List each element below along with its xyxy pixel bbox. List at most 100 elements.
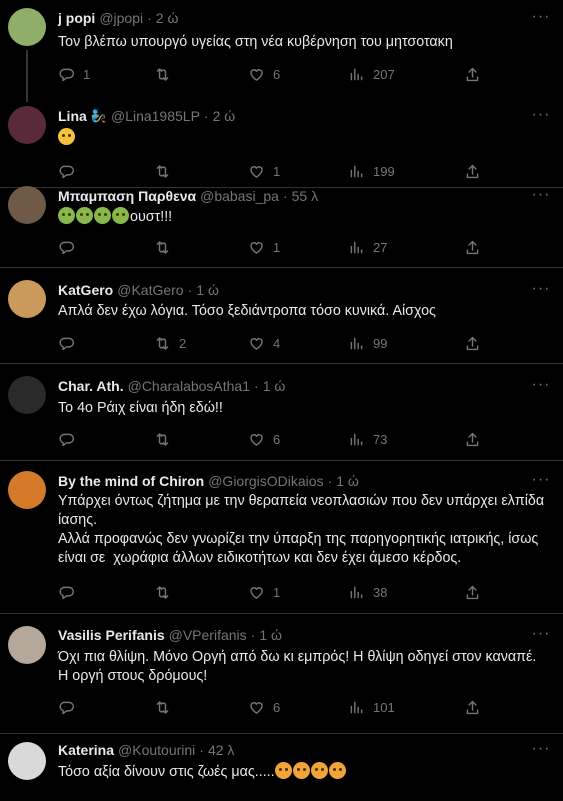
avatar[interactable] xyxy=(8,742,46,780)
tweet-text: Το 4ο Ράιχ είναι ήδη εδώ!! xyxy=(58,400,223,416)
tweet: By the mind of Chiron @GiorgisODikaios ·… xyxy=(0,461,563,614)
handle[interactable]: @Koutourini xyxy=(118,742,195,758)
like-button[interactable]: 6 xyxy=(248,64,280,84)
handle[interactable]: @CharalabosAtha1 xyxy=(128,378,250,394)
share-button[interactable] xyxy=(464,64,481,84)
tweet-header: KatGero @KatGero · 1 ώ xyxy=(58,282,219,298)
reply-button[interactable] xyxy=(58,237,83,257)
handle[interactable]: @GiorgisODikaios xyxy=(208,473,323,489)
views-button[interactable]: 101 xyxy=(348,697,395,717)
avatar[interactable] xyxy=(8,186,46,224)
like-button[interactable]: 1 xyxy=(248,582,280,602)
reply-icon xyxy=(59,433,75,446)
views-button[interactable]: 38 xyxy=(348,582,387,602)
views-button[interactable]: 207 xyxy=(348,64,395,84)
display-name[interactable]: j popi xyxy=(58,10,95,26)
separator: · xyxy=(147,10,152,26)
handle[interactable]: @KatGero xyxy=(117,282,183,298)
timestamp[interactable]: 1 ώ xyxy=(259,627,282,643)
timestamp[interactable]: 2 ώ xyxy=(213,108,236,124)
like-count: 4 xyxy=(273,335,281,351)
tweet-text: Υπάρχει όντως ζήτημα με την θεραπεία νεο… xyxy=(58,493,545,566)
reply-button[interactable] xyxy=(58,697,83,717)
separator: · xyxy=(187,282,193,298)
handle[interactable]: @Lina1985LP xyxy=(111,108,200,124)
like-count: 6 xyxy=(273,431,281,447)
display-name[interactable]: Katerina xyxy=(58,742,114,758)
tweet-actions: 6 73 xyxy=(58,429,488,449)
timestamp[interactable]: 1 ώ xyxy=(336,473,359,489)
display-name[interactable]: Μπαμπαση Παρθενα xyxy=(58,188,196,204)
retweet-button[interactable] xyxy=(154,582,179,602)
retweet-button[interactable] xyxy=(154,64,179,84)
avatar[interactable] xyxy=(8,280,46,318)
tweet-text: ουστ!!! xyxy=(58,207,548,227)
retweet-button[interactable] xyxy=(154,237,179,257)
share-button[interactable] xyxy=(464,333,481,353)
timestamp[interactable]: 42 λ xyxy=(208,742,234,758)
tweet-text: Όχι πια θλίψη. Μόνο Οργή από δω κι εμπρό… xyxy=(58,649,541,684)
display-name[interactable]: KatGero xyxy=(58,282,113,298)
display-name[interactable]: Vasilis Perifanis xyxy=(58,627,165,643)
retweet-button[interactable] xyxy=(154,697,179,717)
reply-button[interactable] xyxy=(58,582,83,602)
separator: · xyxy=(250,627,256,643)
display-name[interactable]: By the mind of Chiron xyxy=(58,473,204,489)
tweet-header: Katerina @Koutourini · 42 λ xyxy=(58,742,234,758)
reply-button[interactable] xyxy=(58,333,83,353)
avatar[interactable] xyxy=(8,626,46,664)
timestamp[interactable]: 2 ώ xyxy=(156,10,179,26)
share-button[interactable] xyxy=(464,237,481,257)
more-icon[interactable]: ··· xyxy=(531,741,551,760)
more-icon[interactable]: ··· xyxy=(531,187,551,206)
handle[interactable]: @jpopi xyxy=(99,10,143,26)
nauseated-face-emoji xyxy=(76,207,93,224)
reply-icon xyxy=(59,165,75,178)
share-icon xyxy=(466,240,479,254)
timestamp[interactable]: 1 ώ xyxy=(263,378,286,394)
timestamp[interactable]: 1 ώ xyxy=(196,282,219,298)
avatar[interactable] xyxy=(8,376,46,414)
tweet-actions: 1 6 207 xyxy=(58,64,488,84)
tweet: Char. Ath. @CharalabosAtha1 · 1 ώ ··· Το… xyxy=(0,364,563,461)
share-button[interactable] xyxy=(464,429,481,449)
reply-icon xyxy=(59,68,75,81)
tweet-header: Char. Ath. @CharalabosAtha1 · 1 ώ xyxy=(58,378,285,394)
avatar[interactable] xyxy=(8,8,46,46)
share-button[interactable] xyxy=(464,697,481,717)
like-button[interactable]: 4 xyxy=(248,333,280,353)
more-icon[interactable]: ··· xyxy=(531,377,551,396)
views-button[interactable]: 99 xyxy=(348,333,387,353)
more-icon[interactable]: ··· xyxy=(531,107,551,126)
share-icon xyxy=(466,700,479,714)
tweet: Katerina @Koutourini · 42 λ ··· Τόσο αξί… xyxy=(0,734,563,801)
views-button[interactable]: 73 xyxy=(348,429,387,449)
timestamp[interactable]: 55 λ xyxy=(292,188,318,204)
like-count: 1 xyxy=(273,584,281,600)
views-count: 38 xyxy=(373,584,388,600)
tweet-header: j popi @jpopi · 2 ώ xyxy=(58,10,178,26)
retweet-button[interactable] xyxy=(154,429,179,449)
like-button[interactable]: 6 xyxy=(248,697,280,717)
reply-button[interactable]: 1 xyxy=(58,64,90,84)
display-name[interactable]: Lina xyxy=(58,108,87,124)
more-icon[interactable]: ··· xyxy=(531,281,551,300)
avatar[interactable] xyxy=(8,106,46,144)
more-icon[interactable]: ··· xyxy=(531,472,551,491)
more-icon[interactable]: ··· xyxy=(531,9,551,28)
display-name[interactable]: Char. Ath. xyxy=(58,378,124,394)
retweet-button[interactable]: 2 xyxy=(154,333,186,353)
heart-icon xyxy=(250,68,263,81)
reply-icon xyxy=(59,337,75,350)
like-button[interactable]: 1 xyxy=(248,237,280,257)
like-button[interactable]: 6 xyxy=(248,429,280,449)
views-button[interactable]: 27 xyxy=(348,237,387,257)
reply-button[interactable] xyxy=(58,429,83,449)
more-icon[interactable]: ··· xyxy=(531,626,551,645)
handle[interactable]: @VPerifanis xyxy=(169,627,247,643)
share-button[interactable] xyxy=(464,582,481,602)
angry-face-emoji xyxy=(292,762,310,779)
handle[interactable]: @babasi_pa xyxy=(200,188,279,204)
views-icon xyxy=(350,165,363,177)
avatar[interactable] xyxy=(8,471,46,509)
